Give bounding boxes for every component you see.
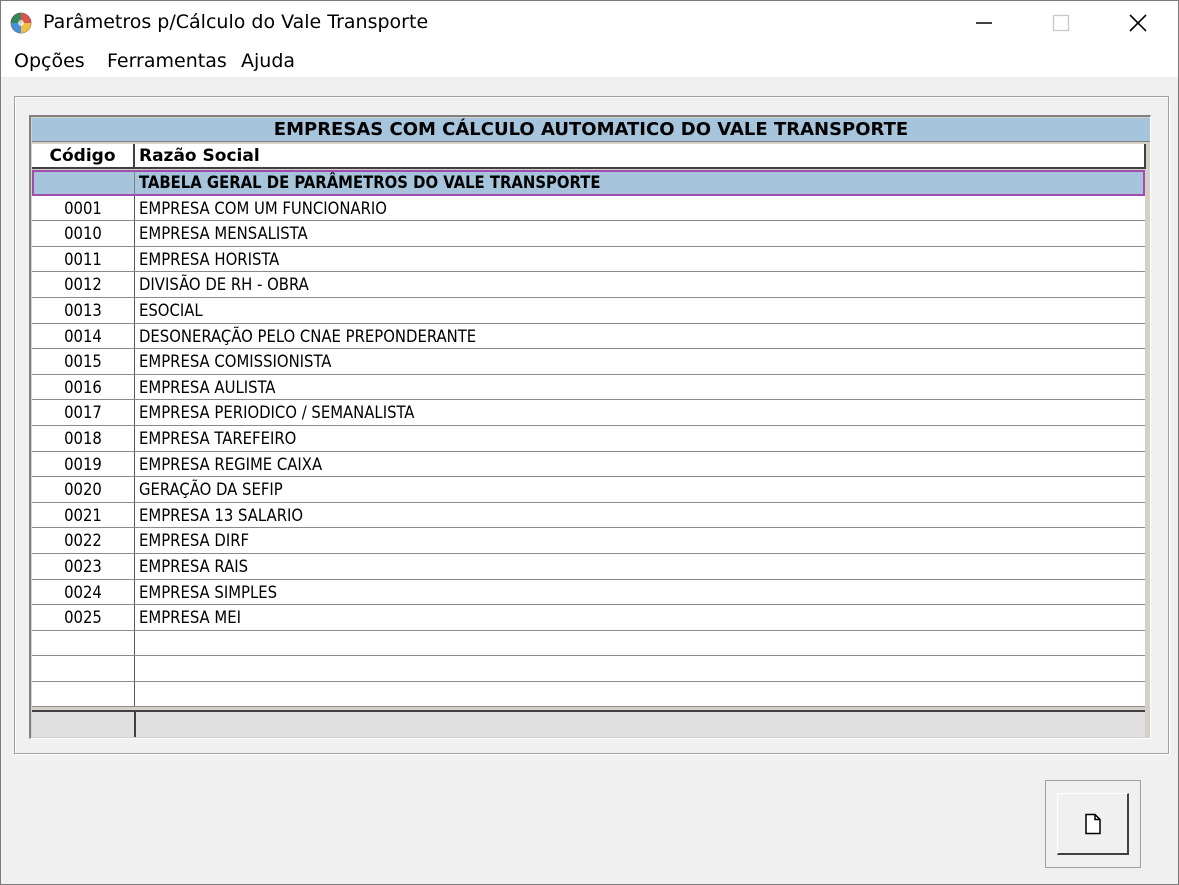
- cell-code: [32, 656, 135, 681]
- cell-name: ESOCIAL: [139, 300, 203, 320]
- cell-code: 0021: [32, 502, 135, 528]
- cell-code: [32, 630, 135, 656]
- cell-name: EMPRESA MEI: [139, 608, 241, 628]
- table-row[interactable]: 0020 GERAÇÃO DA SEFIP: [32, 477, 1145, 503]
- table-row[interactable]: 0019 EMPRESA REGIME CAIXA: [32, 451, 1145, 478]
- grid-column-headers: Código Razão Social: [32, 144, 1145, 169]
- table-row[interactable]: 0011 EMPRESA HORISTA: [32, 246, 1145, 273]
- cell-name: EMPRESA MENSALISTA: [139, 224, 308, 244]
- table-row[interactable]: 0012 DIVISÃO DE RH - OBRA: [32, 272, 1145, 298]
- cell-code: 0025: [32, 605, 135, 630]
- cell-name: TABELA GERAL DE PARÂMETROS DO VALE TRANS…: [139, 173, 601, 192]
- table-row[interactable]: 0024 EMPRESA SIMPLES: [32, 579, 1145, 606]
- table-row[interactable]: 0015 EMPRESA COMISSIONISTA: [32, 349, 1145, 375]
- cell-name: EMPRESA RAIS: [139, 556, 249, 576]
- cell-name: DIVISÃO DE RH - OBRA: [139, 275, 309, 295]
- cell-code: 0019: [32, 451, 135, 477]
- table-row[interactable]: 0023 EMPRESA RAIS: [32, 553, 1145, 580]
- grid-rows: TABELA GERAL DE PARÂMETROS DO VALE TRANS…: [32, 170, 1145, 708]
- minimize-button[interactable]: [945, 1, 1023, 45]
- table-row[interactable]: 0025 EMPRESA MEI: [32, 605, 1145, 631]
- cell-name: EMPRESA COM UM FUNCIONARIO: [139, 198, 387, 218]
- new-record-button[interactable]: [1057, 793, 1129, 855]
- maximize-button[interactable]: [1022, 1, 1100, 45]
- minimize-icon: [976, 22, 992, 24]
- cell-code: 0015: [32, 349, 135, 374]
- grid-right-edge: [1145, 169, 1150, 737]
- cell-name: EMPRESA PERIODICO / SEMANALISTA: [139, 403, 415, 423]
- cell-code: 0018: [32, 425, 135, 451]
- cell-name: DESONERAÇÃO PELO CNAE PREPONDERANTE: [139, 326, 477, 346]
- cell-code: 0020: [32, 477, 135, 502]
- menu-bar: Opções Ferramentas Ajuda: [1, 45, 1178, 77]
- cell-name: EMPRESA COMISSIONISTA: [139, 352, 332, 372]
- table-row[interactable]: 0021 EMPRESA 13 SALARIO: [32, 502, 1145, 529]
- cell-code: 0013: [32, 297, 135, 323]
- cell-code: 0011: [32, 246, 135, 272]
- table-row[interactable]: [32, 681, 1145, 708]
- cell-code: [32, 681, 135, 707]
- cell-code: 0010: [32, 221, 135, 246]
- window-title: Parâmetros p/Cálculo do Vale Transporte: [43, 11, 429, 33]
- table-row[interactable]: 0010 EMPRESA MENSALISTA: [32, 221, 1145, 247]
- table-row[interactable]: 0014 DESONERAÇÃO PELO CNAE PREPONDERANTE: [32, 323, 1145, 350]
- cell-code: 0016: [32, 374, 135, 400]
- cell-name: GERAÇÃO DA SEFIP: [139, 480, 283, 500]
- table-row[interactable]: [32, 656, 1145, 682]
- cell-code: 0001: [32, 195, 135, 221]
- menu-opcoes[interactable]: Opções: [14, 50, 85, 72]
- cell-code: 0023: [32, 553, 135, 579]
- cell-code: 0014: [32, 323, 135, 349]
- close-icon: [1129, 14, 1147, 32]
- header-divider: [1144, 144, 1146, 169]
- cell-code: 0012: [32, 272, 135, 297]
- cell-name: EMPRESA TAREFEIRO: [139, 428, 297, 448]
- cell-code: [32, 170, 135, 195]
- app-globe-icon: [10, 12, 32, 34]
- table-row[interactable]: 0018 EMPRESA TAREFEIRO: [32, 425, 1145, 452]
- cell-name: EMPRESA HORISTA: [139, 249, 280, 269]
- table-row[interactable]: 0013 ESOCIAL: [32, 297, 1145, 324]
- maximize-icon: [1052, 14, 1070, 32]
- cell-code: 0024: [32, 579, 135, 605]
- footer-divider: [134, 712, 136, 737]
- cell-name: EMPRESA 13 SALARIO: [139, 505, 304, 525]
- close-button[interactable]: [1099, 1, 1177, 45]
- table-row[interactable]: TABELA GERAL DE PARÂMETROS DO VALE TRANS…: [32, 170, 1145, 196]
- menu-ajuda[interactable]: Ajuda: [241, 50, 295, 72]
- new-document-icon: [1084, 813, 1101, 834]
- column-header-code[interactable]: Código: [32, 144, 135, 167]
- grid-banner-title: EMPRESAS COM CÁLCULO AUTOMATICO DO VALE …: [32, 118, 1150, 142]
- table-row[interactable]: 0001 EMPRESA COM UM FUNCIONARIO: [32, 195, 1145, 222]
- cell-name: EMPRESA DIRF: [139, 531, 250, 551]
- grid-footer: [32, 710, 1145, 737]
- cell-code: 0017: [32, 400, 135, 425]
- table-row[interactable]: 0017 EMPRESA PERIODICO / SEMANALISTA: [32, 400, 1145, 426]
- cell-name: EMPRESA REGIME CAIXA: [139, 454, 323, 474]
- column-header-name[interactable]: Razão Social: [139, 144, 260, 169]
- title-bar[interactable]: Parâmetros p/Cálculo do Vale Transporte: [1, 1, 1178, 45]
- table-row[interactable]: 0016 EMPRESA AULISTA: [32, 374, 1145, 401]
- main-window: Parâmetros p/Cálculo do Vale Transporte …: [0, 0, 1179, 885]
- table-row[interactable]: [32, 630, 1145, 657]
- table-row[interactable]: 0022 EMPRESA DIRF: [32, 528, 1145, 554]
- cell-name: EMPRESA SIMPLES: [139, 582, 278, 602]
- cell-name: EMPRESA AULISTA: [139, 377, 276, 397]
- cell-code: 0022: [32, 528, 135, 553]
- menu-ferramentas[interactable]: Ferramentas: [107, 50, 227, 72]
